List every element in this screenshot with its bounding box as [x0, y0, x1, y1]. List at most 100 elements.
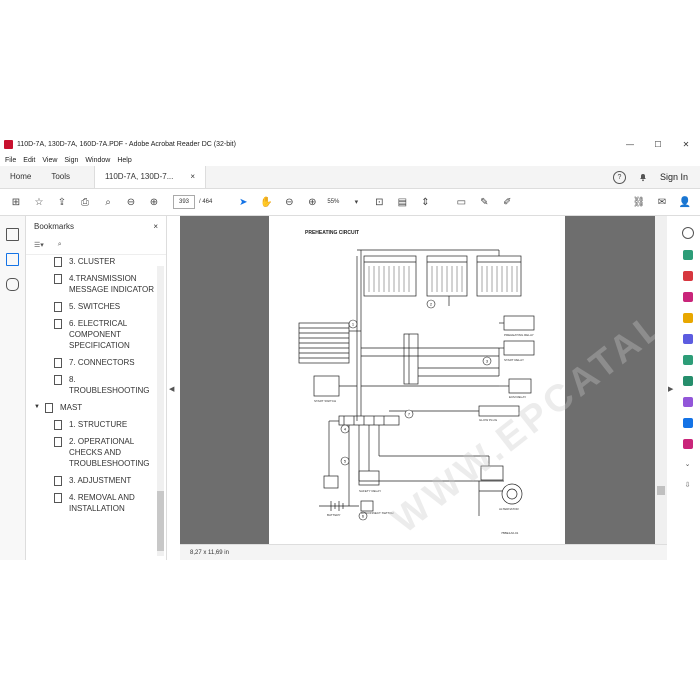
bookmarks-toolbar: ☰▾ ⌕	[26, 236, 166, 255]
close-icon[interactable]: ✕	[672, 140, 700, 149]
bookmark-label: MAST	[59, 403, 83, 412]
bookmark-label: 3. ADJUSTMENT	[69, 476, 132, 485]
next-page-icon[interactable]: ⊕	[147, 195, 161, 209]
highlight-pen-icon[interactable]: ✎	[477, 195, 491, 209]
tab-close-icon[interactable]: ×	[190, 166, 195, 188]
bookmark-item[interactable]: 8. TROUBLESHOOTING	[26, 374, 158, 396]
hand-tool-icon[interactable]: ✋	[259, 195, 273, 209]
label-preheating-relay: PREHEATING RELAY	[504, 333, 534, 337]
menu-help[interactable]: Help	[117, 157, 131, 164]
page-number-input[interactable]: 393	[173, 195, 195, 209]
bookmark-item[interactable]: 7. CONNECTORS	[26, 357, 158, 368]
bookmarks-panel: Bookmarks × ☰▾ ⌕ 3. CLUSTER 4.TRANSMISSIO…	[26, 216, 167, 560]
sign-in-button[interactable]: Sign In	[660, 172, 688, 182]
bookmark-icon	[54, 257, 62, 267]
previous-page-icon[interactable]: ⊖	[124, 195, 138, 209]
tab-home[interactable]: Home	[0, 166, 41, 188]
menu-window[interactable]: Window	[85, 157, 110, 164]
bookmark-star-icon[interactable]: ☆	[32, 195, 46, 209]
scroll-rail-icon[interactable]: ⇩	[683, 481, 693, 491]
tab-document[interactable]: 110D-7A, 130D-7... ×	[94, 166, 207, 188]
maximize-icon[interactable]: ☐	[644, 140, 672, 149]
page-size-status: 8,27 x 11,69 in	[180, 544, 667, 560]
tab-bar: Home Tools 110D-7A, 130D-7... × ? Sign I…	[0, 166, 700, 189]
bookmark-label: 4.TRANSMISSION MESSAGE INDICATOR	[69, 274, 155, 294]
bookmarks-scrollbar[interactable]	[157, 266, 164, 556]
bookmark-item[interactable]: 6. ELECTRICAL COMPONENT SPECIFICATION	[26, 318, 158, 351]
zoom-level[interactable]: 55%	[327, 199, 349, 205]
bookmark-options-icon[interactable]: ☰▾	[34, 241, 44, 249]
draw-icon[interactable]: ✐	[500, 195, 514, 209]
minimize-icon[interactable]: —	[616, 140, 644, 149]
zoom-out-icon[interactable]: ⊖	[282, 195, 296, 209]
bookmark-label: 7. CONNECTORS	[69, 358, 135, 367]
tab-tools[interactable]: Tools	[41, 166, 80, 188]
bookmark-item[interactable]: 3. ADJUSTMENT	[26, 475, 158, 486]
page-display-icon[interactable]: ▤	[395, 195, 409, 209]
share-icon[interactable]: 👤	[678, 195, 692, 209]
bookmark-item[interactable]: 4.TRANSMISSION MESSAGE INDICATOR	[26, 273, 158, 295]
fit-page-icon[interactable]: ⊡	[372, 195, 386, 209]
create-pdf-tool-icon[interactable]	[682, 271, 693, 281]
zoom-in-icon[interactable]: ⊕	[305, 195, 319, 209]
bookmark-label: 8. TROUBLESHOOTING	[69, 375, 150, 395]
diagram-code: 7BBE1A0-01	[501, 531, 519, 535]
collapse-panel-icon[interactable]: ◀	[169, 385, 174, 393]
search-icon[interactable]: ⌕	[101, 195, 115, 209]
page-total: / 464	[199, 199, 213, 205]
protect-icon[interactable]	[682, 418, 693, 428]
zoom-tool-icon[interactable]	[681, 227, 694, 239]
page-thumbnails-icon[interactable]	[6, 228, 19, 241]
bookmark-item[interactable]: 1. STRUCTURE	[26, 419, 158, 430]
tab-document-label: 110D-7A, 130D-7...	[105, 172, 174, 181]
export-pdf-icon[interactable]	[682, 250, 693, 260]
select-cursor-icon[interactable]: ➤	[236, 195, 250, 209]
scroll-mode-icon[interactable]: ⇕	[418, 195, 432, 209]
edit-pdf-icon[interactable]	[682, 292, 693, 302]
attachments-icon[interactable]	[6, 278, 19, 291]
notification-bell-icon[interactable]	[638, 172, 648, 182]
bookmark-item[interactable]: 5. SWITCHES	[26, 301, 158, 312]
bookmark-item[interactable]: 2. OPERATIONAL CHECKS AND TROUBLESHOOTIN…	[26, 436, 158, 469]
compress-pdf-icon[interactable]	[682, 376, 693, 386]
zoom-dropdown-icon[interactable]: ▾	[349, 195, 363, 209]
bookmark-label: 6. ELECTRICAL COMPONENT SPECIFICATION	[69, 319, 130, 350]
email-icon[interactable]: ✉	[655, 195, 669, 209]
bookmark-item[interactable]: 3. CLUSTER	[26, 256, 158, 267]
bookmark-item[interactable]: ▼ MAST	[26, 402, 158, 413]
bookmark-icon	[54, 476, 62, 486]
combine-files-icon[interactable]	[682, 334, 693, 344]
label-start-switch: START SWITCH	[314, 399, 336, 403]
organize-pages-icon[interactable]	[682, 355, 693, 365]
bookmarks-close-icon[interactable]: ×	[153, 222, 158, 231]
link-icon[interactable]: ⛓	[632, 195, 646, 209]
bookmarks-icon[interactable]	[6, 253, 19, 266]
bookmark-label: 5. SWITCHES	[69, 302, 121, 311]
print-icon[interactable]: ⎙	[78, 195, 92, 209]
find-bookmark-icon[interactable]: ⌕	[58, 241, 62, 249]
bookmark-item[interactable]: 4. REMOVAL AND INSTALLATION	[26, 492, 158, 514]
menu-edit[interactable]: Edit	[23, 157, 35, 164]
expand-rail-icon[interactable]: ⌄	[683, 460, 693, 470]
document-scrollbar[interactable]	[655, 216, 667, 544]
menu-file[interactable]: File	[5, 157, 16, 164]
document-viewer[interactable]: PREHEATING CIRCUIT 1 2 3 4 5 6 7 PREHEAT…	[180, 216, 667, 544]
menu-sign[interactable]: Sign	[64, 157, 78, 164]
bookmarks-scroll-thumb[interactable]	[157, 491, 164, 551]
document-scroll-thumb[interactable]	[657, 486, 665, 495]
acrobat-window: 110D-7A, 130D-7A, 160D-7A.PDF - Adobe Ac…	[0, 135, 700, 560]
left-navigation-rail	[0, 216, 26, 560]
create-pdf-icon[interactable]: ⊞	[9, 195, 23, 209]
menu-view[interactable]: View	[42, 157, 57, 164]
more-tools-icon[interactable]	[682, 439, 693, 449]
chevron-down-icon[interactable]: ▼	[34, 402, 40, 413]
label-start-relay: START RELAY	[504, 358, 524, 362]
expand-right-panel-icon[interactable]: ▶	[668, 385, 673, 393]
bookmark-label: 1. STRUCTURE	[69, 420, 128, 429]
comment-icon[interactable]: ▭	[454, 195, 468, 209]
fill-sign-icon[interactable]	[682, 397, 693, 407]
label-alternator: ALTERNATOR	[499, 507, 520, 511]
upload-icon[interactable]: ⇪	[55, 195, 69, 209]
help-icon[interactable]: ?	[612, 170, 626, 184]
comment-tool-icon[interactable]	[682, 313, 693, 323]
